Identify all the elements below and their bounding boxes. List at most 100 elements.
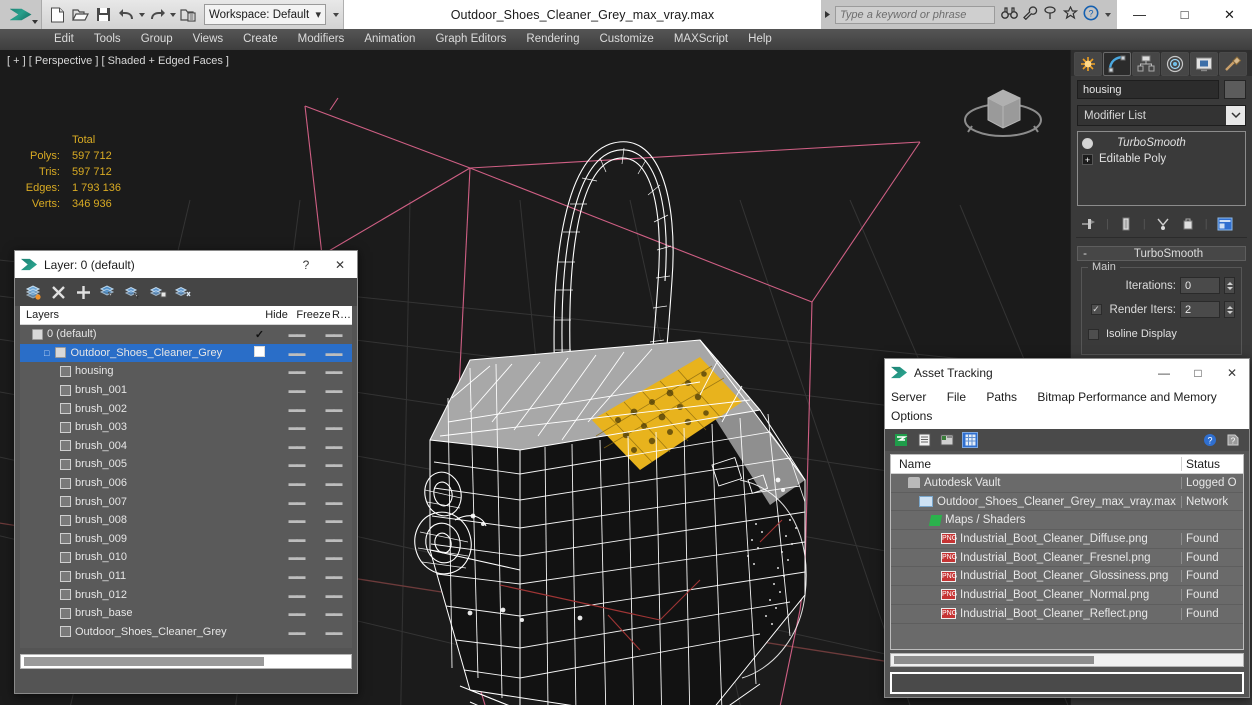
create-new-layer-icon[interactable] [25,284,42,301]
asset-maximize-button[interactable]: □ [1181,359,1215,386]
asset-row[interactable]: PNG Industrial_Boot_Cleaner_Fresnel.png Fo… [891,549,1243,568]
layer-dialog-close-button[interactable]: ✕ [323,251,357,278]
layer-dialog-help-button[interactable]: ? [289,251,323,278]
layer-row[interactable]: brush_008 ▬▬ ▬▬ [20,511,352,530]
layer-dialog-titlebar[interactable]: Layer: 0 (default) ? ✕ [15,251,357,278]
column-status[interactable]: Status [1181,457,1243,471]
viewport-label[interactable]: [ + ] [ Perspective ] [ Shaded + Edged F… [7,55,229,67]
menu-item-group[interactable]: Group [131,29,183,50]
search-input[interactable]: Type a keyword or phrase [835,5,995,24]
column-render[interactable]: R… [332,309,352,321]
light-bulb-icon[interactable] [1082,137,1093,149]
search-expand-icon[interactable] [821,0,835,29]
freeze-cell[interactable]: ▬▬ [315,385,352,395]
favorites-star-icon[interactable] [1062,5,1079,23]
menu-item-customize[interactable]: Customize [589,29,663,50]
freeze-cell[interactable]: ▬▬ [315,329,352,339]
select-highlighted-layers-icon[interactable] [125,284,142,301]
asset-menu-server[interactable]: Server [891,390,926,404]
menu-item-views[interactable]: Views [183,29,233,50]
current-layer-indicator[interactable]: ✓ [241,328,278,341]
layer-horizontal-scrollbar[interactable] [20,654,352,669]
new-file-icon[interactable] [46,4,68,26]
turbosmooth-rollout-header[interactable]: - TurboSmooth [1077,246,1246,261]
workspace-expand-icon[interactable] [333,12,339,17]
freeze-cell[interactable]: ▬▬ [315,422,352,432]
view-cube[interactable] [958,68,1048,158]
hide-cell[interactable]: ▬▬ [278,497,315,507]
workspace-selector[interactable]: Workspace: Default ▾ [204,4,326,25]
hide-cell[interactable]: ▬▬ [278,590,315,600]
hierarchy-tab[interactable] [1132,52,1160,76]
redo-icon[interactable] [146,4,168,26]
collapse-icon[interactable]: - [1078,248,1092,260]
asset-row[interactable]: Outdoor_Shoes_Cleaner_Grey_max_vray.max N… [891,493,1243,512]
layer-row[interactable]: brush_007 ▬▬ ▬▬ [20,492,352,511]
layer-row[interactable]: brush_base ▬▬ ▬▬ [20,604,352,623]
binoculars-icon[interactable] [1001,6,1018,23]
scrollbar-thumb[interactable] [24,657,264,666]
show-end-result-icon[interactable] [1118,216,1134,231]
isoline-display-checkbox[interactable] [1088,328,1099,340]
grid-view-icon[interactable] [962,432,978,448]
asset-menu-options[interactable]: Options [891,409,932,423]
maximize-button[interactable]: □ [1162,0,1207,29]
menu-item-edit[interactable]: Edit [44,29,84,50]
utilities-tab[interactable] [1219,52,1247,76]
current-layer-indicator[interactable] [241,345,278,360]
asset-menu-file[interactable]: File [947,390,966,404]
display-tab[interactable] [1190,52,1218,76]
refresh-icon[interactable] [893,432,909,448]
menu-item-create[interactable]: Create [233,29,288,50]
freeze-cell[interactable]: ▬▬ [315,534,352,544]
hide-cell[interactable]: ▬▬ [278,459,315,469]
asset-menu-paths[interactable]: Paths [986,390,1017,404]
layer-row[interactable]: Outdoor_Shoes_Cleaner_Grey ▬▬ ▬▬ [20,623,352,642]
hide-cell[interactable]: ▬▬ [278,329,315,339]
asset-list[interactable]: Name Status Autodesk Vault Logged O Outdoo… [890,454,1244,650]
create-tab[interactable] [1074,52,1102,76]
layer-row[interactable]: housing ▬▬ ▬▬ [20,362,352,381]
render-iters-checkbox[interactable]: ✓ [1090,304,1102,315]
highlight-selected-objects-layer-icon[interactable] [150,284,167,301]
column-hide[interactable]: Hide [258,309,295,321]
application-menu-button[interactable] [0,0,42,29]
render-iters-input[interactable]: 2 [1180,301,1220,318]
asset-minimize-button[interactable]: — [1147,359,1181,386]
lasso-icon[interactable] [1043,6,1058,23]
modifier-stack-item-editable-poly[interactable]: + Editable Poly [1082,151,1241,167]
freeze-cell[interactable]: ▬▬ [315,348,352,358]
layer-row[interactable]: brush_006 ▬▬ ▬▬ [20,474,352,493]
hide-cell[interactable]: ▬▬ [278,404,315,414]
asset-row[interactable]: PNG Industrial_Boot_Cleaner_Diffuse.png Fo… [891,530,1243,549]
menu-item-maxscript[interactable]: MAXScript [664,29,738,50]
save-file-icon[interactable] [92,4,114,26]
layer-row[interactable]: brush_002 ▬▬ ▬▬ [20,399,352,418]
iterations-spinner[interactable] [1224,277,1235,294]
close-button[interactable]: ✕ [1207,0,1252,29]
column-name[interactable]: Name [891,457,1181,471]
asset-row[interactable]: PNG Industrial_Boot_Cleaner_Normal.png Fou… [891,586,1243,605]
hide-cell[interactable]: ▬▬ [278,552,315,562]
asset-tracking-dialog[interactable]: Asset Tracking — □ ✕ Server File Paths B… [884,358,1250,698]
freeze-cell[interactable]: ▬▬ [315,571,352,581]
freeze-cell[interactable]: ▬▬ [315,404,352,414]
hide-cell[interactable]: ▬▬ [278,422,315,432]
make-unique-icon[interactable] [1155,216,1171,231]
hide-cell[interactable]: ▬▬ [278,385,315,395]
help-icon[interactable]: ? [1083,5,1099,24]
freeze-cell[interactable]: ▬▬ [315,608,352,618]
freeze-cell[interactable]: ▬▬ [315,552,352,562]
undo-icon[interactable] [115,4,137,26]
layer-row[interactable]: brush_001 ▬▬ ▬▬ [20,381,352,400]
project-folder-icon[interactable] [177,4,199,26]
redo-dropdown-icon[interactable] [170,12,176,17]
paths-view-icon[interactable] [939,432,955,448]
open-file-icon[interactable] [69,4,91,26]
layer-explorer-dialog[interactable]: Layer: 0 (default) ? ✕ Layers Hide Freez… [14,250,358,694]
layer-row[interactable]: brush_012 ▬▬ ▬▬ [20,585,352,604]
layer-row[interactable]: brush_011 ▬▬ ▬▬ [20,567,352,586]
layer-list[interactable]: Layers Hide Freeze R… 0 (default) ✓ ▬▬ ▬▬ □ O… [20,306,352,648]
select-objects-in-layer-icon[interactable] [100,284,117,301]
layer-row[interactable]: brush_009 ▬▬ ▬▬ [20,530,352,549]
